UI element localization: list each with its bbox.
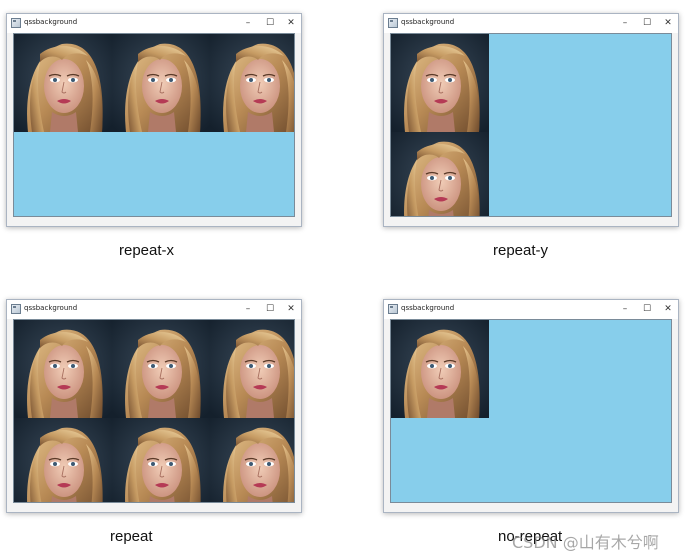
close-button[interactable]: ✕ [658, 15, 678, 31]
caption-repeat-y: repeat-y [493, 242, 549, 259]
window-title: qssbackground [24, 18, 78, 26]
window-title: qssbackground [24, 304, 78, 312]
maximize-button[interactable]: ☐ [637, 15, 657, 31]
watermark: CSDN @山有木兮啊 [512, 533, 659, 552]
app-icon [11, 18, 21, 28]
titlebar[interactable]: qssbackground – ☐ ✕ [7, 300, 301, 319]
background-image-tiles [391, 34, 489, 216]
background-image-tiles [14, 320, 294, 502]
maximize-button[interactable]: ☐ [637, 301, 657, 317]
minimize-button[interactable]: – [238, 301, 258, 317]
portrait-image [14, 320, 294, 502]
window-no-repeat: qssbackground – ☐ ✕ [383, 299, 679, 513]
window-title: qssbackground [401, 18, 455, 26]
titlebar[interactable]: qssbackground – ☐ ✕ [384, 14, 678, 33]
window-repeat-y: qssbackground – ☐ ✕ [383, 13, 679, 227]
background-image-tiles [14, 34, 294, 132]
close-button[interactable]: ✕ [281, 301, 301, 317]
client-area [13, 319, 295, 503]
maximize-button[interactable]: ☐ [260, 301, 280, 317]
portrait-image [391, 34, 489, 216]
portrait-image [391, 320, 489, 418]
client-area [390, 33, 672, 217]
app-icon [388, 18, 398, 28]
minimize-button[interactable]: – [238, 15, 258, 31]
maximize-button[interactable]: ☐ [260, 15, 280, 31]
portrait-image [14, 34, 294, 132]
client-area [13, 33, 295, 217]
caption-repeat: repeat [110, 528, 153, 545]
background-image-tiles [391, 320, 489, 418]
minimize-button[interactable]: – [615, 15, 635, 31]
minimize-button[interactable]: – [615, 301, 635, 317]
titlebar[interactable]: qssbackground – ☐ ✕ [7, 14, 301, 33]
window-repeat-x: qssbackground – ☐ ✕ [6, 13, 302, 227]
client-area [390, 319, 672, 503]
titlebar[interactable]: qssbackground – ☐ ✕ [384, 300, 678, 319]
close-button[interactable]: ✕ [281, 15, 301, 31]
window-repeat: qssbackground – ☐ ✕ [6, 299, 302, 513]
window-title: qssbackground [401, 304, 455, 312]
app-icon [11, 304, 21, 314]
caption-repeat-x: repeat-x [119, 242, 175, 259]
app-icon [388, 304, 398, 314]
close-button[interactable]: ✕ [658, 301, 678, 317]
